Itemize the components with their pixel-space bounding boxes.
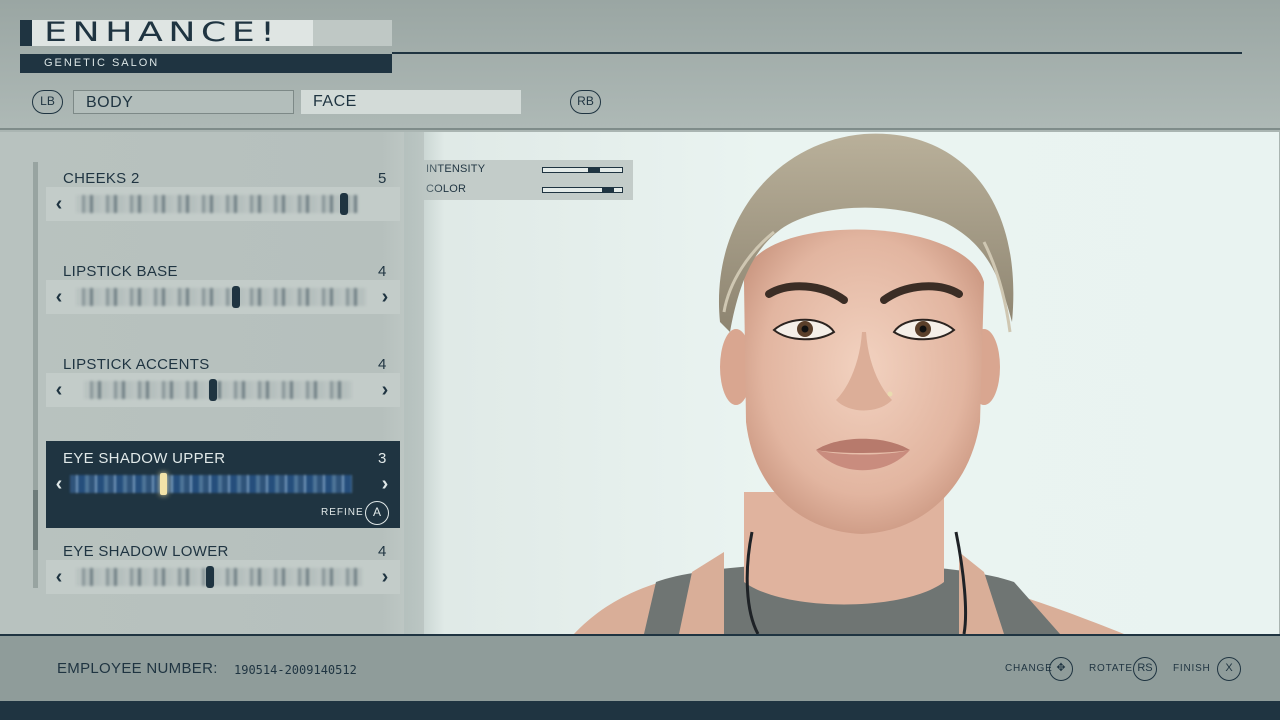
rotate-hint-label: ROTATE — [1089, 663, 1133, 674]
increase-arrow-icon[interactable]: › — [378, 567, 392, 587]
slider-knob[interactable] — [206, 566, 215, 588]
increase-arrow-icon[interactable]: › — [378, 287, 392, 307]
decrease-arrow-icon[interactable]: ‹ — [52, 474, 66, 494]
color-slider-fill — [602, 188, 615, 192]
slider-knob[interactable] — [208, 379, 217, 401]
character-portrait — [574, 133, 1124, 634]
finish-button[interactable]: X — [1217, 657, 1241, 681]
change-hint-label: CHANGE — [1005, 663, 1053, 674]
option-slider-eye-shadow-upper[interactable] — [70, 475, 352, 493]
decrease-arrow-icon[interactable]: ‹ — [52, 567, 66, 587]
option-slider-lipstick-accents[interactable] — [84, 381, 352, 399]
intensity-slider-fill — [587, 168, 600, 172]
increase-arrow-icon[interactable]: › — [378, 474, 392, 494]
slider-knob[interactable] — [159, 473, 167, 495]
logo-block: ENHANCE! — [20, 17, 392, 48]
footer-bar: EMPLOYEE NUMBER: 190514-2009140512 CHANG… — [0, 634, 1280, 701]
option-value-cheeks-2: 5 — [378, 170, 387, 187]
option-value-eye-shadow-upper: 3 — [378, 450, 387, 467]
option-value-lipstick-accents: 4 — [378, 356, 387, 373]
viewport-edge-shadow — [404, 132, 444, 634]
option-label-lipstick-base: LIPSTICK BASE — [63, 263, 178, 280]
option-label-lipstick-accents: LIPSTICK ACCENTS — [63, 356, 210, 373]
logo-accent — [20, 20, 32, 46]
intensity-slider[interactable] — [542, 167, 623, 173]
increase-arrow-icon[interactable]: › — [378, 380, 392, 400]
option-value-lipstick-base: 4 — [378, 263, 387, 280]
page-subtitle: GENETIC SALON — [20, 54, 392, 73]
option-slider-lipstick-base[interactable] — [76, 288, 366, 306]
option-value-eye-shadow-lower: 4 — [378, 543, 387, 560]
finish-hint-label: FINISH — [1173, 663, 1211, 674]
option-slider-eye-shadow-lower[interactable] — [76, 568, 362, 586]
option-label-eye-shadow-upper: EYE SHADOW UPPER — [63, 450, 226, 467]
header: ENHANCE! GENETIC SALON LB BODY FACE RB — [0, 0, 1280, 130]
footer-bottom-strip — [0, 701, 1280, 720]
refine-label: REFINE — [321, 507, 364, 518]
tab-body[interactable]: BODY — [73, 90, 294, 114]
next-tab-button[interactable]: RB — [570, 90, 601, 114]
option-label-cheeks-2: CHEEKS 2 — [63, 170, 140, 187]
slider-knob[interactable] — [339, 193, 348, 215]
logo: ENHANCE! — [44, 17, 281, 48]
character-viewport[interactable]: INTENSITY COLOR — [424, 132, 1279, 634]
slider-knob[interactable] — [231, 286, 240, 308]
employee-number-label: EMPLOYEE NUMBER: — [57, 660, 218, 677]
decrease-arrow-icon[interactable]: ‹ — [52, 287, 66, 307]
dpad-icon[interactable]: ✥ — [1049, 657, 1073, 681]
decrease-arrow-icon[interactable]: ‹ — [52, 194, 66, 214]
decrease-arrow-icon[interactable]: ‹ — [52, 380, 66, 400]
prev-tab-button[interactable]: LB — [32, 90, 63, 114]
color-slider[interactable] — [542, 187, 623, 193]
option-eye-shadow-upper-selected[interactable]: EYE SHADOW UPPER 3 ‹ › REFINE A — [46, 441, 400, 528]
option-slider-cheeks-2[interactable] — [76, 195, 358, 213]
rotate-button[interactable]: RS — [1133, 657, 1157, 681]
employee-number-value: 190514-2009140512 — [234, 663, 357, 677]
option-label-eye-shadow-lower: EYE SHADOW LOWER — [63, 543, 229, 560]
header-divider — [392, 52, 1242, 54]
intensity-color-panel: INTENSITY COLOR — [424, 160, 633, 200]
tab-face[interactable]: FACE — [301, 90, 521, 114]
scrollbar-thumb[interactable] — [33, 490, 38, 550]
refine-button[interactable]: A — [365, 501, 389, 525]
